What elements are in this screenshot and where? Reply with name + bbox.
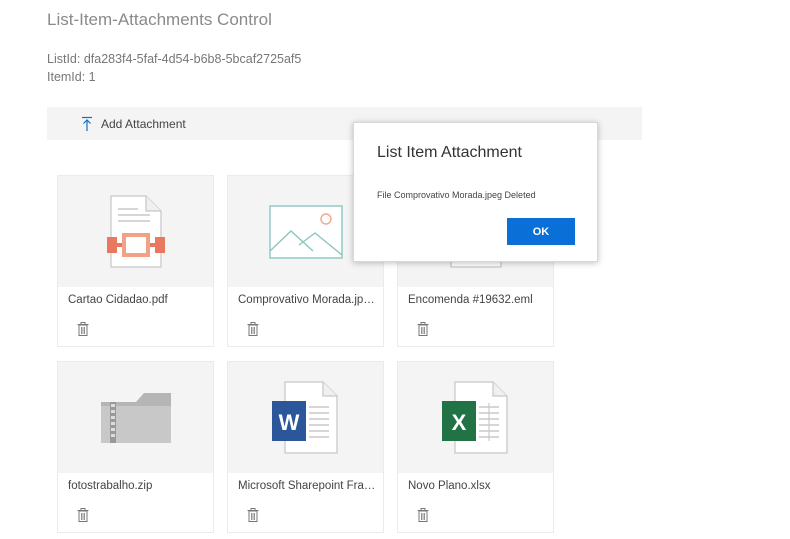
ok-button[interactable]: OK [507,218,575,245]
attachment-card[interactable]: X Novo Plano.xlsx [397,361,554,533]
dialog-title: List Item Attachment [377,144,522,161]
pdf-file-icon [106,194,165,268]
attachment-card[interactable]: fotostrabalho.zip [57,361,214,533]
attachment-name: Comprovativo Morada.jpeg [238,294,376,306]
zip-file-icon [100,392,171,443]
attachment-name: fotostrabalho.zip [68,480,153,492]
add-attachment-label: Add Attachment [101,117,186,131]
attachment-name: Microsoft Sharepoint Framework.docx [238,480,376,492]
attachment-card[interactable]: Cartao Cidadao.pdf [57,175,214,347]
attachment-thumbnail: X [398,362,553,473]
trash-icon[interactable] [417,508,429,522]
attachment-thumbnail [58,362,213,473]
page-title: List-Item-Attachments Control [47,10,272,29]
add-attachment-button[interactable]: Add Attachment [81,115,186,133]
svg-text:X: X [451,410,466,435]
attachment-name: Cartao Cidadao.pdf [68,294,168,306]
list-id-text: ListId: dfa283f4-5faf-4d54-b6b8-5bcaf272… [47,52,302,66]
attachment-deleted-dialog: List Item Attachment File Comprovativo M… [353,122,598,262]
attachment-card[interactable]: W Microsoft Sharepoint Framework.docx [227,361,384,533]
attachment-name: Novo Plano.xlsx [408,480,491,492]
trash-icon[interactable] [247,322,259,336]
attachment-thumbnail: W [228,362,383,473]
item-id-text: ItemId: 1 [47,70,96,84]
word-file-icon: W [271,380,338,454]
trash-icon[interactable] [77,322,89,336]
attachment-name: Encomenda #19632.eml [408,294,533,306]
excel-file-icon: X [441,380,508,454]
attachment-thumbnail [58,176,213,287]
dialog-message: File Comprovativo Morada.jpeg Deleted [377,190,536,200]
upload-arrow-icon [82,116,92,131]
trash-icon[interactable] [77,508,89,522]
image-file-icon [268,204,343,259]
trash-icon[interactable] [247,508,259,522]
trash-icon[interactable] [417,322,429,336]
svg-text:W: W [278,410,299,435]
